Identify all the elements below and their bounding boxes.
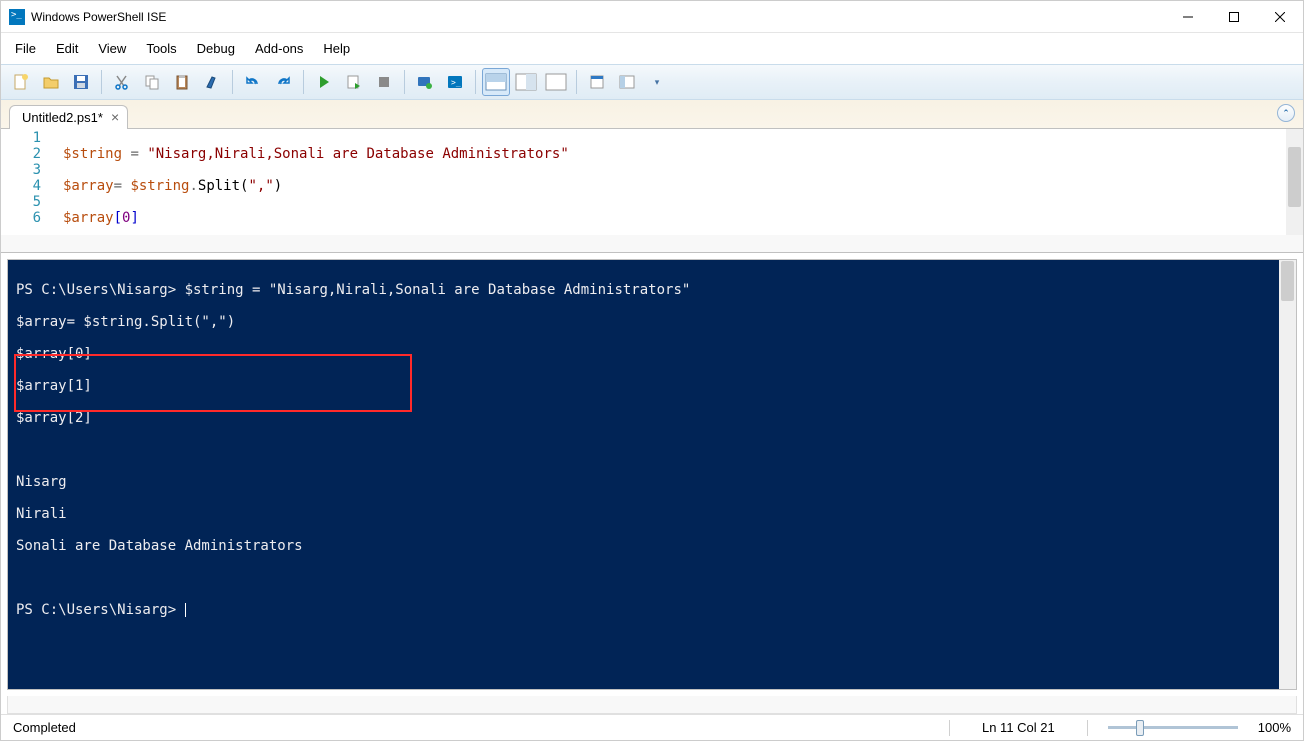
line-number: 3 xyxy=(1,162,41,178)
tab-close-icon[interactable]: × xyxy=(111,109,119,125)
status-text: Completed xyxy=(13,720,929,735)
redo-button[interactable] xyxy=(269,68,297,96)
scrollbar-thumb[interactable] xyxy=(1288,147,1301,207)
show-command-button[interactable] xyxy=(583,68,611,96)
console-text: $array[0] xyxy=(16,346,1288,362)
maximize-button[interactable] xyxy=(1211,1,1257,32)
zoom-percent: 100% xyxy=(1258,720,1291,735)
console-scrollbar-horizontal[interactable] xyxy=(7,696,1297,714)
show-script-right-button[interactable] xyxy=(512,68,540,96)
console-text: $array= $string.Split(",") xyxy=(16,314,1288,330)
console-output: Sonali are Database Administrators xyxy=(16,538,1288,554)
console-scrollbar-vertical[interactable] xyxy=(1279,260,1296,689)
svg-text:>_: >_ xyxy=(451,78,461,87)
new-remote-tab-button[interactable] xyxy=(411,68,439,96)
cut-button[interactable] xyxy=(108,68,136,96)
tab-untitled2[interactable]: Untitled2.ps1* × xyxy=(9,105,128,129)
script-editor[interactable]: 1 2 3 4 5 6 $string = "Nisarg,Nirali,Son… xyxy=(1,129,1303,253)
toolbar-separator xyxy=(303,70,304,94)
console-prompt: PS C:\Users\Nisarg> xyxy=(16,282,185,298)
titlebar: Windows PowerShell ISE xyxy=(1,1,1303,33)
toolbar: >_ ▾ xyxy=(1,64,1303,100)
menu-debug[interactable]: Debug xyxy=(187,37,245,60)
status-line-col: Ln 11 Col 21 xyxy=(970,720,1067,735)
paste-button[interactable] xyxy=(168,68,196,96)
open-file-button[interactable] xyxy=(37,68,65,96)
tab-strip: Untitled2.ps1* × ⌃ xyxy=(1,100,1303,129)
zoom-slider[interactable] xyxy=(1108,726,1238,729)
toolbar-separator xyxy=(101,70,102,94)
line-number: 1 xyxy=(1,130,41,146)
console-pane[interactable]: PS C:\Users\Nisarg> $string = "Nisarg,Ni… xyxy=(7,259,1297,690)
tab-label: Untitled2.ps1* xyxy=(22,110,103,125)
new-file-button[interactable] xyxy=(7,68,35,96)
status-divider xyxy=(1087,720,1088,736)
run-selection-button[interactable] xyxy=(340,68,368,96)
collapse-script-pane-button[interactable]: ⌃ xyxy=(1277,104,1295,122)
copy-button[interactable] xyxy=(138,68,166,96)
slider-thumb[interactable] xyxy=(1136,720,1144,736)
run-script-button[interactable] xyxy=(310,68,338,96)
menu-addons[interactable]: Add-ons xyxy=(245,37,313,60)
menu-edit[interactable]: Edit xyxy=(46,37,88,60)
menubar: File Edit View Tools Debug Add-ons Help xyxy=(1,33,1303,64)
console-output: Nisarg xyxy=(16,474,1288,490)
line-number: 2 xyxy=(1,146,41,162)
window-title: Windows PowerShell ISE xyxy=(31,10,1165,24)
status-divider xyxy=(949,720,950,736)
minimize-button[interactable] xyxy=(1165,1,1211,32)
code-area[interactable]: $string = "Nisarg,Nirali,Sonali are Data… xyxy=(59,129,1303,252)
toolbar-separator xyxy=(576,70,577,94)
menu-tools[interactable]: Tools xyxy=(136,37,186,60)
editor-scrollbar-vertical[interactable] xyxy=(1286,129,1303,235)
console-text: $array[2] xyxy=(16,410,1288,426)
menu-help[interactable]: Help xyxy=(313,37,360,60)
console-prompt: PS C:\Users\Nisarg> xyxy=(16,602,185,618)
close-button[interactable] xyxy=(1257,1,1303,32)
show-script-top-button[interactable] xyxy=(482,68,510,96)
show-script-max-button[interactable] xyxy=(542,68,570,96)
console-text: $string = "Nisarg,Nirali,Sonali are Data… xyxy=(185,282,691,298)
toolbar-overflow-button[interactable]: ▾ xyxy=(643,68,671,96)
line-gutter: 1 2 3 4 5 6 xyxy=(1,129,59,252)
window-controls xyxy=(1165,1,1303,32)
line-number: 4 xyxy=(1,178,41,194)
toolbar-separator xyxy=(232,70,233,94)
clear-button[interactable] xyxy=(198,68,226,96)
console-cursor xyxy=(185,603,186,617)
powershell-tab-button[interactable]: >_ xyxy=(441,68,469,96)
menu-file[interactable]: File xyxy=(5,37,46,60)
scrollbar-thumb[interactable] xyxy=(1281,261,1294,301)
show-command-addon-button[interactable] xyxy=(613,68,641,96)
statusbar: Completed Ln 11 Col 21 100% xyxy=(1,714,1303,740)
powershell-ise-icon xyxy=(9,9,25,25)
undo-button[interactable] xyxy=(239,68,267,96)
menu-view[interactable]: View xyxy=(88,37,136,60)
console-output: Nirali xyxy=(16,506,1288,522)
line-number: 6 xyxy=(1,210,41,226)
stop-button[interactable] xyxy=(370,68,398,96)
editor-scrollbar-horizontal[interactable] xyxy=(1,235,1303,252)
line-number: 5 xyxy=(1,194,41,210)
console-text: $array[1] xyxy=(16,378,1288,394)
toolbar-separator xyxy=(404,70,405,94)
toolbar-separator xyxy=(475,70,476,94)
slider-track[interactable] xyxy=(1108,726,1238,729)
save-button[interactable] xyxy=(67,68,95,96)
